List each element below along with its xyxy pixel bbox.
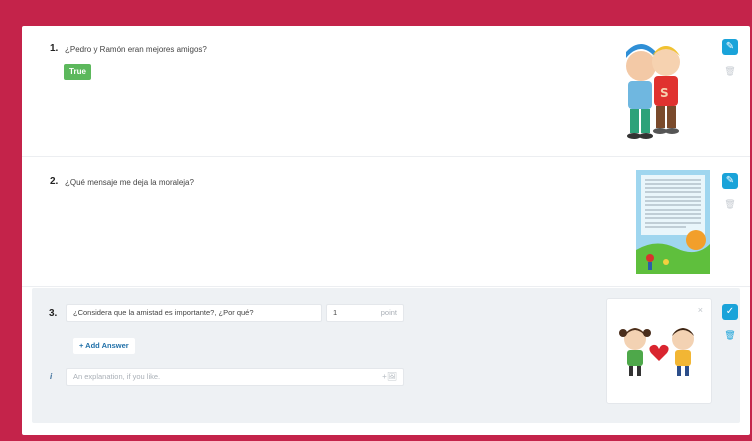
question-text: ¿Pedro y Ramón eran mejores amigos? xyxy=(65,45,207,54)
question-number: 2. xyxy=(50,176,59,187)
question-number: 1. xyxy=(50,43,59,54)
trash-icon: 🗑 xyxy=(724,330,736,340)
quiz-panel: 1. ¿Pedro y Ramón eran mejores amigos? T… xyxy=(22,26,750,435)
delete-question-2-button[interactable]: 🗑 xyxy=(724,198,736,210)
points-value: 1 xyxy=(333,308,338,317)
add-image-icon[interactable]: +🖼 xyxy=(382,369,397,385)
question-image-container: × xyxy=(606,298,712,404)
question-image-friends: S xyxy=(626,44,680,139)
svg-text:S: S xyxy=(660,86,669,100)
add-answer-button[interactable]: + Add Answer xyxy=(73,338,135,354)
question-text-value: ¿Considera que la amistad es importante?… xyxy=(73,308,254,317)
info-icon: i xyxy=(50,372,53,381)
question-text: ¿Qué mensaje me deja la moraleja? xyxy=(65,178,194,187)
question-3-editor: 3. ¿Considera que la amistad es importan… xyxy=(32,288,740,423)
edit-question-2-button[interactable]: ✎ xyxy=(722,173,738,189)
pencil-icon: ✎ xyxy=(725,175,735,186)
check-icon: ✓ xyxy=(725,306,735,317)
question-number: 3. xyxy=(49,308,58,319)
edit-question-1-button[interactable]: ✎ xyxy=(722,39,738,55)
question-image-moraleja xyxy=(636,170,710,274)
question-2: 2. ¿Qué mensaje me deja la moraleja? ✎ 🗑 xyxy=(22,157,750,287)
explanation-placeholder: An explanation, if you like. xyxy=(73,372,161,381)
question-image-friendship xyxy=(619,328,694,376)
question-text-input[interactable]: ¿Considera que la amistad es importante?… xyxy=(66,304,322,322)
delete-question-1-button[interactable]: 🗑 xyxy=(724,65,736,77)
points-label: point xyxy=(380,308,397,317)
answer-true-badge: True xyxy=(64,64,91,80)
trash-icon: 🗑 xyxy=(724,66,736,76)
points-input[interactable]: 1 point xyxy=(326,304,404,322)
remove-image-icon[interactable]: × xyxy=(698,305,703,315)
delete-question-3-button[interactable]: 🗑 xyxy=(724,329,736,341)
save-question-3-button[interactable]: ✓ xyxy=(722,304,738,320)
explanation-input[interactable]: An explanation, if you like. +🖼 xyxy=(66,368,404,386)
pencil-icon: ✎ xyxy=(725,41,735,52)
trash-icon: 🗑 xyxy=(724,199,736,209)
question-1: 1. ¿Pedro y Ramón eran mejores amigos? T… xyxy=(22,26,750,157)
